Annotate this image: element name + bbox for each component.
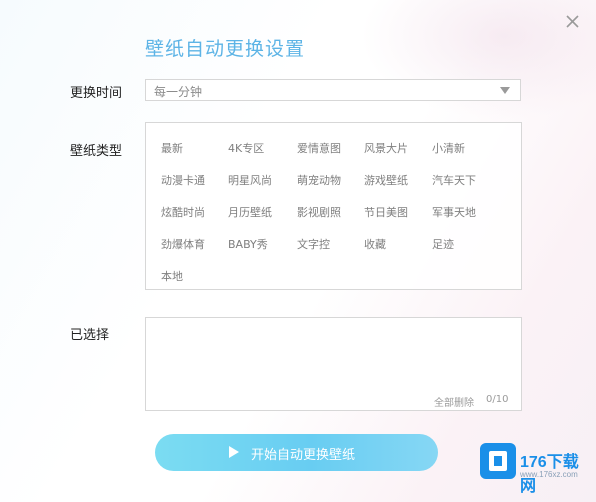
- type-item[interactable]: 明星风尚: [228, 172, 272, 188]
- type-item[interactable]: 收藏: [364, 236, 386, 252]
- type-item[interactable]: 足迹: [432, 236, 454, 252]
- type-item[interactable]: 汽车天下: [432, 172, 476, 188]
- type-item[interactable]: 爱情意图: [297, 140, 341, 156]
- clear-all-button[interactable]: 全部删除: [434, 394, 474, 409]
- type-item[interactable]: 4K专区: [228, 140, 264, 156]
- type-item[interactable]: 本地: [161, 268, 183, 284]
- interval-value: 每一分钟: [154, 85, 203, 99]
- type-item[interactable]: 炫酷时尚: [161, 204, 205, 220]
- type-item[interactable]: 月历壁纸: [228, 204, 272, 220]
- types-label: 壁纸类型: [70, 144, 123, 159]
- wallpaper-type-list: 最新 4K专区 爱情意图 风景大片 小清新 动漫卡通 明星风尚 萌宠动物 游戏壁…: [145, 122, 522, 290]
- logo-url: www.176xz.com: [520, 470, 578, 479]
- interval-select[interactable]: 每一分钟: [145, 79, 521, 101]
- type-item[interactable]: 最新: [161, 140, 183, 156]
- selected-count: 0/10: [486, 394, 509, 405]
- type-item[interactable]: 军事天地: [432, 204, 476, 220]
- close-icon[interactable]: [563, 12, 583, 32]
- type-item[interactable]: 风景大片: [364, 140, 408, 156]
- type-item[interactable]: 影视剧照: [297, 204, 341, 220]
- play-icon: [229, 446, 239, 458]
- dropdown-arrow-icon: [500, 87, 510, 94]
- wallpaper-settings-dialog: 壁纸自动更换设置 更换时间 每一分钟 壁纸类型 最新 4K专区 爱情意图 风景大…: [0, 0, 596, 502]
- site-logo: 176下载网 www.176xz.com: [478, 443, 588, 495]
- type-item[interactable]: BABY秀: [228, 236, 268, 252]
- type-item[interactable]: 小清新: [432, 140, 465, 156]
- start-button-label: 开始自动更换壁纸: [251, 448, 356, 463]
- start-auto-change-button[interactable]: 开始自动更换壁纸: [155, 434, 438, 471]
- type-item[interactable]: 动漫卡通: [161, 172, 205, 188]
- type-item[interactable]: 劲爆体育: [161, 236, 205, 252]
- selected-list: 全部删除 0/10: [145, 317, 522, 411]
- type-item[interactable]: 萌宠动物: [297, 172, 341, 188]
- selected-label: 已选择: [70, 328, 110, 343]
- dialog-title: 壁纸自动更换设置: [145, 38, 306, 60]
- type-item[interactable]: 节日美图: [364, 204, 408, 220]
- logo-cube-icon: [480, 443, 516, 479]
- type-item[interactable]: 游戏壁纸: [364, 172, 408, 188]
- interval-label: 更换时间: [70, 86, 123, 101]
- type-item[interactable]: 文字控: [297, 236, 330, 252]
